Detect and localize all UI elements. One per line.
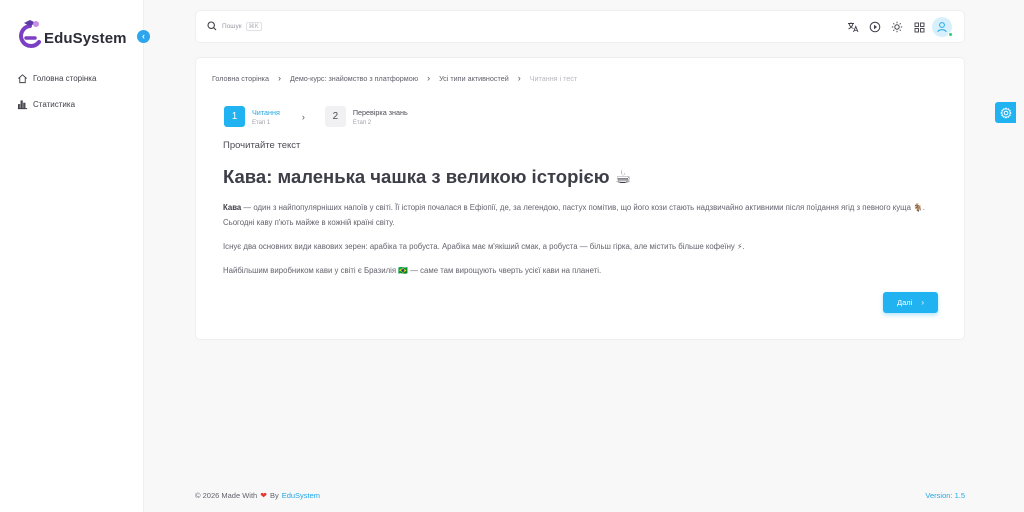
search-input[interactable]: Пошук ⌘K <box>207 21 262 31</box>
settings-button[interactable] <box>995 102 1016 123</box>
step-subtitle: Етап 1 <box>252 119 271 126</box>
sidebar: EduSystem ‹ Головна сторінка Статистика <box>0 0 150 512</box>
step-title: Читання <box>252 107 280 117</box>
app-name: EduSystem <box>44 29 127 47</box>
sidebar-item-label: Головна сторінка <box>33 74 97 83</box>
chevron-right-icon: › <box>921 298 924 307</box>
search-shortcut: ⌘K <box>245 21 262 31</box>
chevron-right-icon: › <box>517 73 521 83</box>
breadcrumb: Головна сторінка › Демо-курс: знайомство… <box>212 73 577 83</box>
lesson-card: Головна сторінка › Демо-курс: знайомство… <box>195 57 965 340</box>
breadcrumb-item-course[interactable]: Демо-курс: знайомство з платформою <box>290 74 418 83</box>
step-subtitle: Етап 2 <box>352 119 372 126</box>
sidebar-item-label: Статистика <box>33 100 76 109</box>
home-icon <box>18 74 27 84</box>
user-icon <box>937 22 947 33</box>
avatar[interactable] <box>932 17 953 37</box>
article-title: Кава: маленька чашка з великою історією … <box>223 166 632 187</box>
grid-icon[interactable] <box>908 17 930 37</box>
online-status-dot <box>948 32 953 37</box>
step-number: 1 <box>224 106 245 127</box>
footer-copyright: © 2026 Made With <box>195 491 258 500</box>
step-reading[interactable]: 1 Читання Етап 1 <box>224 106 280 127</box>
sidebar-item-home[interactable]: Головна сторінка <box>17 73 96 84</box>
chevron-right-icon: › <box>427 73 431 83</box>
paragraph-text: — один з найпопулярніших напоїв у світі.… <box>223 203 925 227</box>
sidebar-item-statistics[interactable]: Статистика <box>17 99 75 110</box>
search-placeholder: Пошук <box>222 22 242 30</box>
logo[interactable]: EduSystem <box>17 16 127 52</box>
breadcrumb-item-home[interactable]: Головна сторінка <box>212 74 269 83</box>
search-icon <box>207 21 217 31</box>
stepper: 1 Читання Етап 1 › 2 Перевірка знань Ета… <box>224 106 408 127</box>
sun-icon[interactable] <box>886 17 908 37</box>
logo-mark-icon <box>17 16 43 52</box>
paragraph-bold: Кава <box>223 203 242 212</box>
paragraph-3: Найбільшим виробником кави у світі є Бра… <box>223 266 602 275</box>
version-label: Version: 1.5 <box>925 491 965 500</box>
next-button[interactable]: Далі › <box>883 292 938 313</box>
collapse-sidebar-button[interactable]: ‹ <box>137 30 150 43</box>
chart-icon <box>17 100 28 110</box>
instruction-text: Прочитайте текст <box>223 140 301 151</box>
breadcrumb-item-activities[interactable]: Усі типи активностей <box>439 74 509 83</box>
topbar: Пошук ⌘K <box>195 10 965 43</box>
footer-by: By <box>269 491 279 500</box>
play-icon[interactable] <box>864 17 886 37</box>
paragraph-1: Кава — один з найпопулярніших напоїв у с… <box>223 200 938 230</box>
step-number: 2 <box>324 106 346 127</box>
footer-brand-link[interactable]: EduSystem <box>282 491 320 500</box>
step-title: Перевірка знань <box>352 107 408 117</box>
topbar-actions <box>842 17 953 37</box>
translate-icon[interactable] <box>842 17 864 37</box>
next-button-label: Далі <box>897 298 913 307</box>
footer: © 2026 Made With ❤ By EduSystem <box>195 491 320 500</box>
step-knowledge-check[interactable]: 2 Перевірка знань Етап 2 <box>324 106 408 127</box>
paragraph-2: Існує два основних види кавових зерен: а… <box>223 242 745 251</box>
chevron-right-icon: › <box>277 73 281 83</box>
breadcrumb-item-current: Читання і тест <box>529 73 578 83</box>
chevron-right-icon: › <box>301 111 305 122</box>
heart-icon: ❤ <box>260 491 267 500</box>
gear-icon <box>999 106 1012 119</box>
